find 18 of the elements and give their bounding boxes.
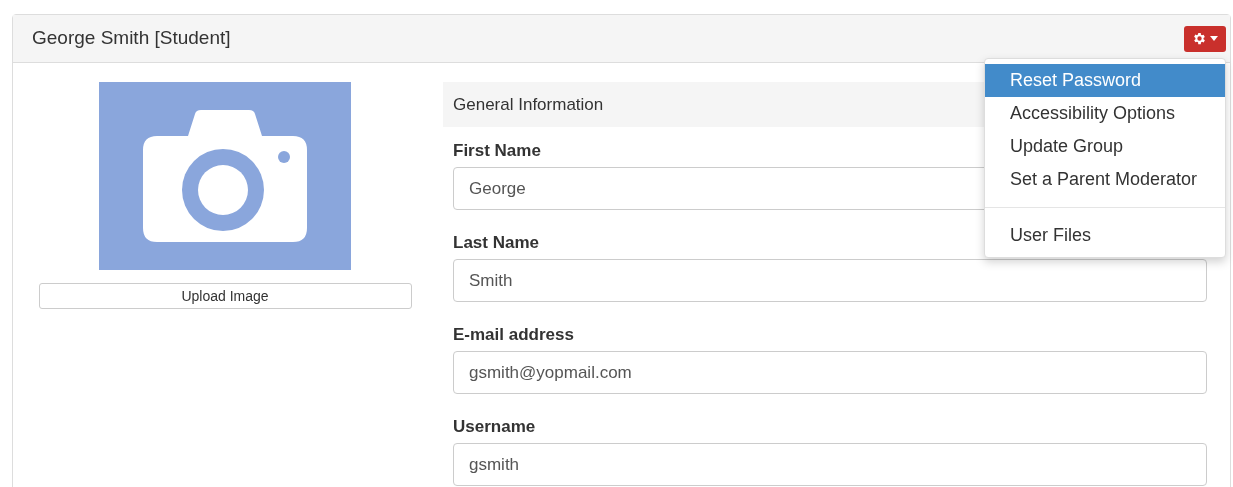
settings-dropdown-button[interactable] bbox=[1184, 25, 1226, 52]
field-label: Last Name bbox=[453, 233, 539, 252]
menu-item[interactable]: Update Group bbox=[985, 130, 1225, 163]
upload-image-button[interactable]: Upload Image bbox=[38, 283, 412, 309]
field-label: E-mail address bbox=[453, 325, 574, 344]
menu-item[interactable]: Accessibility Options bbox=[985, 97, 1225, 130]
gear-icon bbox=[1192, 31, 1207, 46]
camera-icon bbox=[143, 110, 307, 242]
menu-item[interactable]: Reset Password bbox=[985, 64, 1225, 97]
field-label: Username bbox=[453, 417, 536, 436]
field-label: First Name bbox=[453, 141, 541, 160]
caret-icon bbox=[1210, 36, 1218, 41]
section-title: General Information bbox=[453, 93, 604, 116]
text-field[interactable]: Smith bbox=[453, 259, 1207, 302]
text-field[interactable]: gsmith bbox=[453, 443, 1207, 486]
menu-item[interactable]: User Files bbox=[985, 219, 1225, 252]
panel-title: George Smith [Student] bbox=[32, 26, 231, 51]
text-field[interactable]: gsmith@yopmail.com bbox=[453, 351, 1207, 394]
